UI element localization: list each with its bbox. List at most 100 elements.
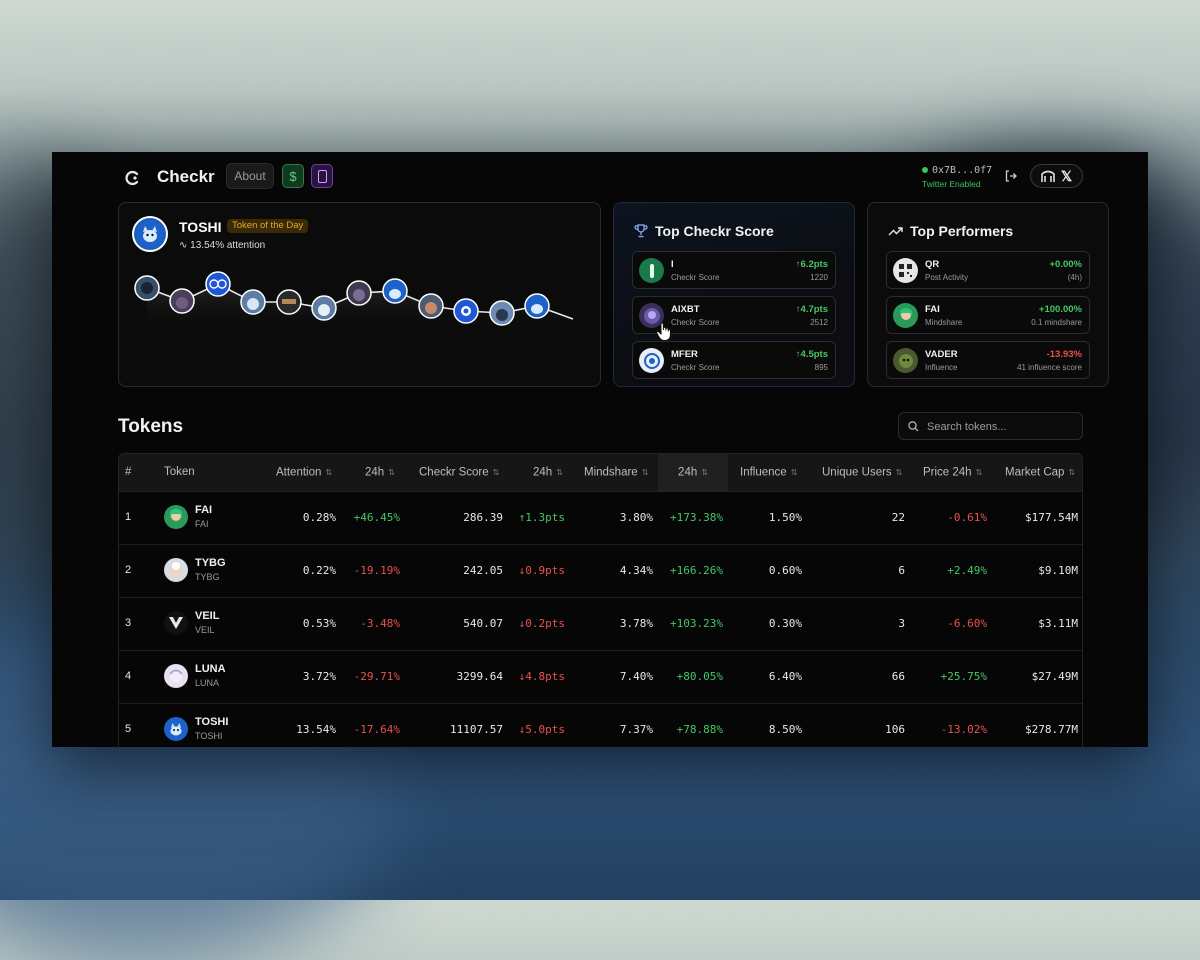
wallet-status[interactable]: 0x7B...0f7 Twitter Enabled — [922, 165, 992, 189]
cell-attention: 0.53% — [302, 617, 336, 630]
performer-sub: 41 influence score — [1017, 363, 1082, 372]
top-performers-title: Top Performers — [888, 223, 1013, 239]
col-unique-users[interactable]: Unique Users ⇅ — [822, 454, 902, 491]
search-box[interactable] — [898, 412, 1083, 440]
cell-price-24h: +2.49% — [947, 564, 987, 577]
performer-row-3[interactable]: VADER Influence -13.93% 41 influence sco… — [886, 341, 1090, 379]
token-qr-avatar — [893, 258, 918, 283]
performer-label: Influence — [925, 363, 958, 372]
pulse-icon: ∿ — [179, 240, 188, 251]
token-name[interactable]: TOSHI — [195, 716, 228, 728]
timeline-avatar-4-icon[interactable] — [240, 289, 266, 315]
cell-score-24h: ↓5.0pts — [518, 723, 565, 736]
table-row[interactable]: 1 FAI FAI 0.28% +46.45% 286.39 ↑1.3pts 3.80% +17… — [119, 491, 1082, 545]
col-attention-24h[interactable]: 24h ⇅ — [365, 454, 395, 491]
token-mfer-avatar — [639, 348, 664, 373]
token-name[interactable]: VEIL — [195, 610, 219, 622]
cell-score-24h: ↓0.9pts — [518, 564, 565, 577]
cell-price-24h: -6.60% — [947, 617, 987, 630]
performer-name: VADER — [925, 349, 958, 360]
token-of-the-day-card[interactable]: TOSHI Token of the Day ∿ 13.54% attentio… — [118, 202, 601, 387]
col-market-cap[interactable]: Market Cap ⇅ — [1005, 454, 1075, 491]
timeline-avatar-1-icon[interactable] — [134, 275, 160, 301]
timeline-avatar-2-icon[interactable] — [169, 288, 195, 314]
dollar-button[interactable]: $ — [282, 164, 304, 188]
token-name[interactable]: FAI — [195, 504, 212, 516]
search-icon — [908, 421, 919, 432]
cell-market-cap: $9.10M — [1038, 564, 1078, 577]
col-score-24h[interactable]: 24h ⇅ — [533, 454, 563, 491]
top-score-value: 1220 — [810, 273, 828, 282]
row-rank: 4 — [125, 670, 132, 682]
logout-icon[interactable] — [1004, 169, 1018, 183]
cell-price-24h: +25.75% — [940, 670, 987, 683]
col-mindshare-24h[interactable]: 24h ⇅ — [658, 454, 728, 491]
row-rank: 2 — [125, 564, 132, 576]
token-fai-avatar — [893, 303, 918, 328]
top-score-change: ↑4.7pts — [795, 304, 828, 315]
col-rank-label: # — [125, 466, 132, 478]
top-score-row-3[interactable]: MFER Checkr Score ↑4.5pts 895 — [632, 341, 836, 379]
cell-mindshare-24h: +173.38% — [670, 511, 723, 524]
col-score-24h-label: 24h — [533, 466, 553, 479]
table-row[interactable]: 3 VEIL VEIL 0.53% -3.48% 540.07 ↓0.2pts 3.78% +1… — [119, 597, 1082, 651]
twitter-status: Twitter Enabled — [922, 179, 981, 189]
col-rank: # — [125, 454, 131, 491]
cell-users: 22 — [891, 511, 905, 524]
token-symbol: TYBG — [195, 572, 220, 582]
token-name[interactable]: TYBG — [195, 557, 226, 569]
col-mindshare-label: Mindshare — [584, 466, 638, 479]
gate-icon[interactable] — [1041, 170, 1055, 183]
timeline-avatar-10-icon[interactable] — [453, 298, 479, 324]
mobile-button[interactable] — [311, 164, 333, 188]
col-attention[interactable]: Attention ⇅ — [276, 454, 332, 491]
col-unique-users-label: Unique Users — [822, 466, 892, 479]
timeline-avatar-6-icon[interactable] — [311, 295, 337, 321]
top-score-row-1[interactable]: I Checkr Score ↑6.2pts 1220 — [632, 251, 836, 289]
x-twitter-icon[interactable]: 𝕏 — [1061, 168, 1072, 185]
cell-score-24h: ↓4.8pts — [518, 670, 565, 683]
cell-influence: 0.30% — [768, 617, 802, 630]
col-checkr-score-label: Checkr Score — [419, 466, 489, 479]
cell-mindshare: 7.40% — [619, 670, 653, 683]
timeline-avatar-5-icon[interactable] — [276, 289, 302, 315]
tokens-heading: Tokens — [118, 416, 184, 437]
timeline-avatar-8-icon[interactable] — [382, 278, 408, 304]
row-rank: 3 — [125, 617, 132, 629]
performer-change: +100.00% — [1038, 304, 1082, 315]
timeline-avatar-9-icon[interactable] — [418, 293, 444, 319]
col-attention-label: Attention — [276, 466, 322, 479]
trending-up-icon — [888, 227, 903, 236]
col-mindshare-24h-label: 24h — [678, 466, 698, 479]
token-name[interactable]: LUNA — [195, 663, 226, 675]
search-input[interactable] — [925, 417, 1079, 437]
cell-score: 11107.57 — [450, 723, 503, 736]
cell-score: 540.07 — [463, 617, 503, 630]
about-button[interactable]: About — [226, 163, 274, 189]
table-row[interactable]: 5 TOSHI TOSHI 13.54% -17.64% 11107.57 ↓5.0pts 7… — [119, 703, 1082, 747]
top-score-label: Checkr Score — [671, 318, 720, 327]
col-influence-label: Influence — [740, 466, 787, 479]
performer-row-1[interactable]: QR Post Activity +0.00% (4h) — [886, 251, 1090, 289]
col-mindshare[interactable]: Mindshare ⇅ — [584, 454, 648, 491]
col-price-24h[interactable]: Price 24h ⇅ — [923, 454, 982, 491]
timeline-avatar-12-icon[interactable] — [524, 293, 550, 319]
col-checkr-score[interactable]: Checkr Score ⇅ — [419, 454, 499, 491]
cell-score: 242.05 — [463, 564, 503, 577]
col-influence[interactable]: Influence ⇅ — [740, 454, 797, 491]
table-row[interactable]: 4 LUNA LUNA 3.72% -29.71% 3299.64 ↓4.8pts 7.40%… — [119, 650, 1082, 704]
cell-influence: 0.60% — [768, 564, 802, 577]
connected-dot-icon — [922, 167, 928, 174]
timeline-avatar-11-icon[interactable] — [489, 300, 515, 326]
performer-row-2[interactable]: FAI Mindshare +100.00% 0.1 mindshare — [886, 296, 1090, 334]
table-row[interactable]: 2 TYBG TYBG 0.22% -19.19% 242.05 ↓0.9pts 4.34% +… — [119, 544, 1082, 598]
token-i-avatar — [639, 258, 664, 283]
cell-market-cap: $27.49M — [1031, 670, 1078, 683]
timeline-avatar-3-icon[interactable] — [205, 271, 231, 297]
top-score-title: Top Checkr Score — [634, 223, 774, 239]
token-symbol: VEIL — [195, 625, 215, 635]
timeline-avatar-7-icon[interactable] — [346, 280, 372, 306]
totd-token-name: TOSHI — [179, 219, 222, 235]
sort-icon: ⇅ — [1068, 468, 1076, 477]
top-score-change: ↑4.5pts — [795, 349, 828, 360]
